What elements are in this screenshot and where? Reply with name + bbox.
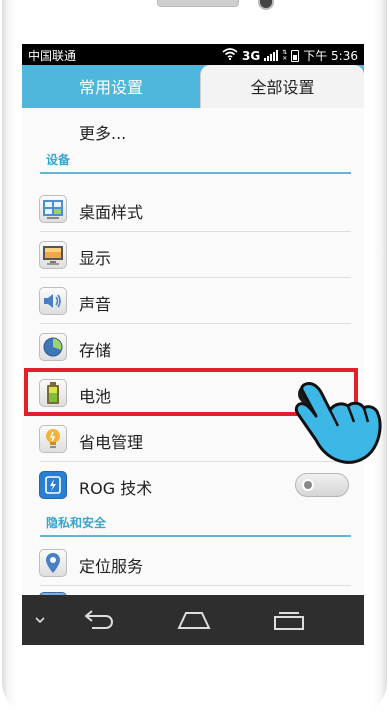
status-icons: 3G ⇅ ✕ 下午 5:36 bbox=[222, 47, 358, 64]
settings-tab-bar: 常用设置 全部设置 bbox=[22, 65, 364, 108]
list-item-label: 桌面样式 bbox=[79, 203, 144, 222]
list-item-desktop-style[interactable]: 桌面样式 bbox=[22, 186, 364, 232]
toggle-knob bbox=[302, 479, 314, 491]
tab-all-settings[interactable]: 全部设置 bbox=[200, 65, 364, 108]
section-divider bbox=[40, 172, 351, 174]
power-saving-icon bbox=[39, 425, 67, 453]
list-item-label: 显示 bbox=[79, 249, 112, 268]
storage-icon bbox=[39, 333, 67, 361]
section-label-privacy: 隐私和安全 bbox=[46, 516, 107, 530]
settings-list: 更多... 设备 桌面样式 显示 声音 存储 电池 省电管理 ROG 技术 隐私… bbox=[22, 108, 364, 612]
location-icon bbox=[39, 549, 67, 577]
list-item-label: ROG 技术 bbox=[79, 479, 153, 498]
list-item-storage[interactable]: 存储 bbox=[22, 324, 364, 370]
sound-icon bbox=[39, 287, 67, 315]
phone-frame: 中国联通 3G ⇅ ✕ 下午 5:36 常用设置 全部设置 更多... 设备 桌… bbox=[2, 0, 387, 716]
section-divider bbox=[40, 535, 351, 537]
list-item-label: 存储 bbox=[79, 341, 112, 360]
tab-common-settings[interactable]: 常用设置 bbox=[22, 65, 200, 108]
desktop-style-icon bbox=[39, 195, 67, 223]
rog-icon bbox=[39, 471, 67, 499]
more-settings-item[interactable]: 更多... bbox=[79, 120, 126, 144]
battery-status-icon bbox=[291, 49, 300, 62]
status-bar: 中国联通 3G ⇅ ✕ 下午 5:36 bbox=[22, 44, 364, 65]
home-icon[interactable] bbox=[174, 595, 214, 645]
list-item-label: 定位服务 bbox=[79, 557, 144, 576]
front-camera bbox=[258, 0, 274, 10]
data-activity-icon: ⇅ ✕ bbox=[282, 48, 288, 62]
section-label-device: 设备 bbox=[46, 153, 71, 167]
wifi-icon bbox=[222, 48, 238, 63]
signal-strength-icon bbox=[264, 50, 279, 61]
list-item-label: 声音 bbox=[79, 295, 112, 314]
menu-collapse-icon[interactable] bbox=[30, 595, 50, 645]
list-item-label: 省电管理 bbox=[79, 433, 144, 452]
earpiece-speaker bbox=[157, 0, 239, 7]
list-item-display[interactable]: 显示 bbox=[22, 232, 364, 278]
back-icon[interactable] bbox=[79, 595, 119, 645]
list-item-location[interactable]: 定位服务 bbox=[22, 540, 364, 586]
display-icon bbox=[39, 241, 67, 269]
pointing-hand-icon bbox=[292, 372, 384, 472]
clock: 下午 5:36 bbox=[303, 49, 358, 63]
carrier-name: 中国联通 bbox=[28, 49, 77, 63]
navigation-bar bbox=[22, 595, 364, 645]
list-item-sound[interactable]: 声音 bbox=[22, 278, 364, 324]
item-divider bbox=[40, 585, 351, 586]
phone-screen: 中国联通 3G ⇅ ✕ 下午 5:36 常用设置 全部设置 更多... 设备 桌… bbox=[22, 44, 364, 645]
recent-apps-icon[interactable] bbox=[269, 595, 309, 645]
network-type: 3G bbox=[242, 48, 261, 63]
rog-toggle-switch[interactable] bbox=[295, 473, 349, 497]
